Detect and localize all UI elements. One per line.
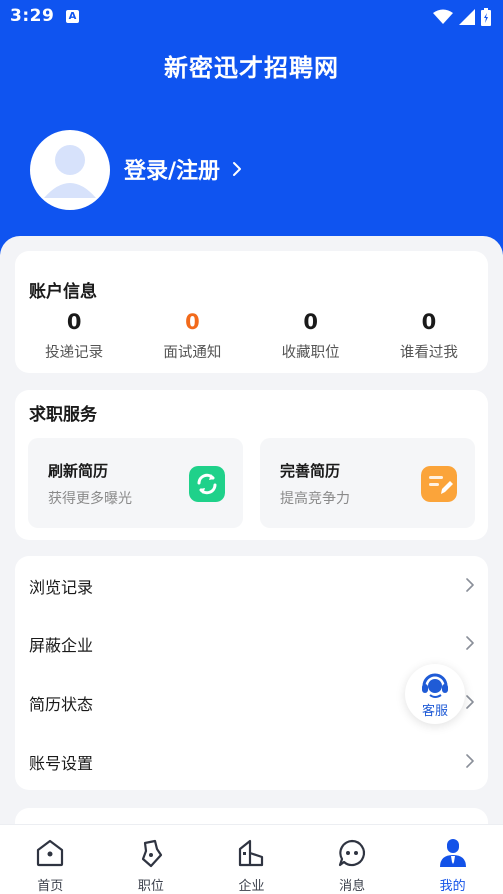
stat-applications-value: 0 (66, 310, 82, 334)
job-services-card: 求职服务 刷新简历 获得更多曝光 完善简历 提高竞争力 (15, 390, 488, 540)
stat-applications[interactable]: 0 投递记录 (15, 309, 133, 362)
edit-note-icon (421, 466, 457, 502)
menu-browse-history[interactable]: 浏览记录 (15, 556, 488, 614)
refresh-resume-title: 刷新简历 (48, 462, 109, 480)
building-icon (239, 839, 264, 867)
stat-favorites-label: 收藏职位 (281, 345, 340, 361)
home-icon (37, 839, 64, 867)
account-info-card: 账户信息 0 投递记录 0 面试通知 0 收藏职位 0 谁看过我 (15, 251, 488, 373)
stat-viewers-label: 谁看过我 (399, 345, 458, 361)
refresh-icon (189, 466, 225, 502)
tab-companies[interactable]: 企业 (201, 825, 302, 894)
bottom-tab-bar: 首页 职位 企业 消息 我的 (0, 824, 503, 894)
stat-interviews-label: 面试通知 (163, 345, 222, 361)
profile-icon (439, 839, 466, 867)
chevron-right-icon (466, 695, 474, 709)
account-stats: 0 投递记录 0 面试通知 0 收藏职位 0 谁看过我 (15, 309, 488, 362)
menu-account-settings[interactable]: 账号设置 (15, 732, 488, 790)
tab-jobs-label: 职位 (137, 879, 164, 894)
tab-messages[interactable]: 消息 (302, 825, 403, 894)
chevron-right-icon (466, 578, 474, 592)
app-title: 新密迅才招聘网 (164, 54, 339, 82)
stat-favorites[interactable]: 0 收藏职位 (252, 309, 370, 362)
signal-icon (459, 9, 475, 25)
complete-resume-subtitle: 提高竞争力 (280, 491, 350, 507)
job-services-title: 求职服务 (29, 405, 97, 425)
login-register-label: 登录/注册 (124, 159, 221, 184)
tab-profile-label: 我的 (439, 879, 466, 894)
battery-icon (481, 8, 491, 26)
chevron-right-icon (233, 162, 242, 176)
tab-profile[interactable]: 我的 (402, 825, 503, 894)
status-time: 3:29 (10, 6, 55, 26)
tab-home[interactable]: 首页 (0, 825, 101, 894)
message-icon (338, 839, 366, 867)
content-area: 账户信息 0 投递记录 0 面试通知 0 收藏职位 0 谁看过我 求职服务 刷新… (0, 236, 503, 894)
chevron-right-icon (466, 754, 474, 768)
customer-service-button[interactable]: 客服 (405, 664, 465, 724)
menu-blocked-companies-label: 屏蔽企业 (29, 636, 94, 655)
login-register-link[interactable]: 登录/注册 (124, 152, 242, 186)
briefcase-icon (141, 839, 162, 868)
stat-favorites-value: 0 (303, 310, 318, 334)
refresh-resume-subtitle: 获得更多曝光 (48, 491, 132, 507)
status-icons (433, 8, 491, 26)
menu-resume-status-label: 简历状态 (29, 695, 94, 714)
stat-interviews-value: 0 (185, 310, 200, 334)
complete-resume-tile[interactable]: 完善简历 提高竞争力 (260, 438, 475, 528)
chevron-right-icon (466, 636, 474, 650)
account-info-title: 账户信息 (29, 282, 97, 302)
stat-applications-label: 投递记录 (45, 345, 104, 361)
stat-interviews[interactable]: 0 面试通知 (133, 309, 251, 362)
menu-browse-history-label: 浏览记录 (29, 578, 94, 597)
wifi-icon (433, 9, 453, 24)
tab-companies-label: 企业 (238, 879, 265, 894)
stat-viewers-value: 0 (421, 310, 437, 334)
menu-blocked-companies[interactable]: 屏蔽企业 (15, 614, 488, 672)
status-bar: 3:29 A (0, 0, 503, 34)
refresh-resume-tile[interactable]: 刷新简历 获得更多曝光 (28, 438, 243, 528)
tab-messages-label: 消息 (339, 879, 366, 894)
tab-jobs[interactable]: 职位 (101, 825, 202, 894)
avatar[interactable] (30, 130, 110, 210)
notification-icon: A (66, 10, 79, 23)
customer-service-label: 客服 (421, 704, 448, 719)
tab-home-label: 首页 (37, 879, 64, 894)
headset-icon (422, 673, 448, 698)
complete-resume-title: 完善简历 (280, 462, 341, 480)
stat-viewers[interactable]: 0 谁看过我 (370, 309, 488, 362)
user-placeholder-icon (44, 145, 96, 198)
menu-account-settings-label: 账号设置 (29, 754, 94, 773)
